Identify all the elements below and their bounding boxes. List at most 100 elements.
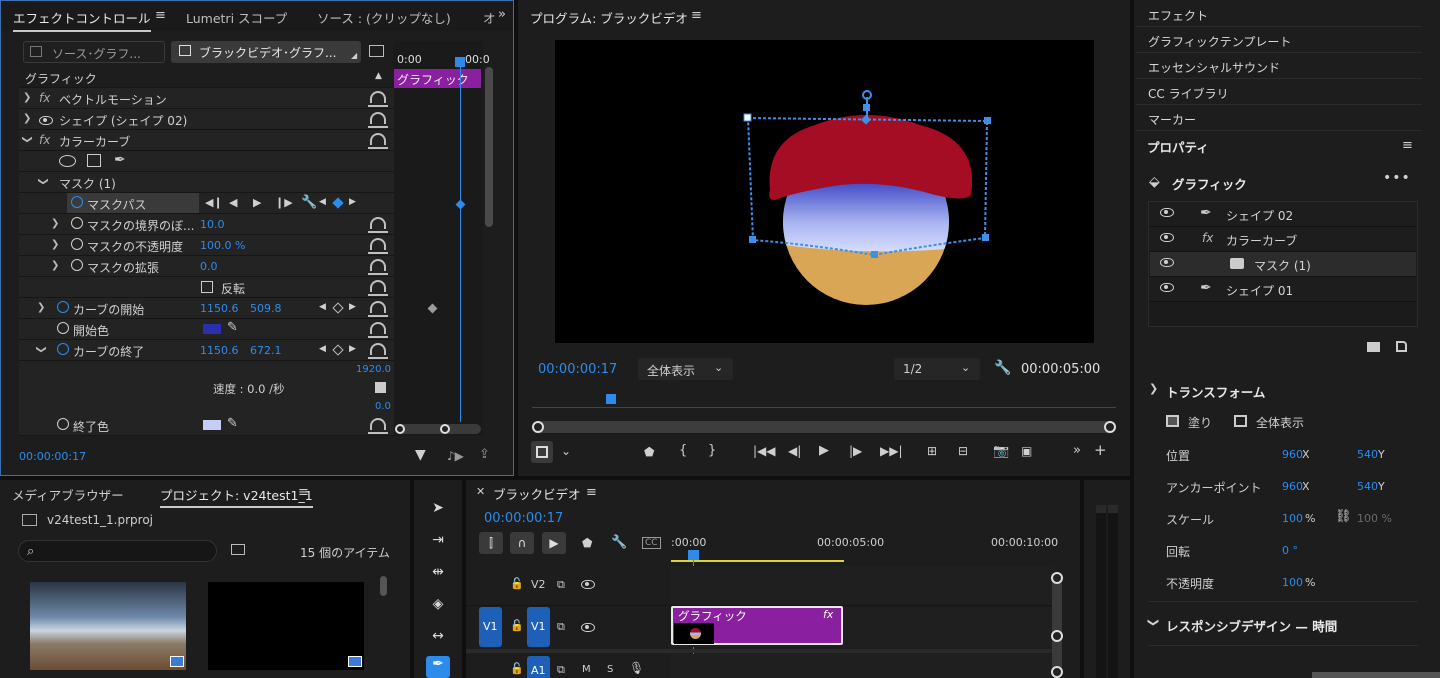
search-input[interactable]: ⌕ [18, 540, 217, 562]
track-divider[interactable] [466, 649, 1056, 653]
track-label[interactable]: V2 [531, 578, 546, 591]
panel-menu-icon[interactable]: ≡ [298, 485, 309, 500]
clip-fx-badge[interactable]: fx [823, 608, 833, 621]
multicam-icon[interactable]: ▣ [1021, 444, 1032, 458]
effect-row-mask-expansion[interactable]: ❯ マスクの拡張 0.0 [19, 256, 394, 277]
eye-icon[interactable] [1160, 283, 1174, 292]
ec-timecode[interactable]: 00:00:00:17 [19, 450, 86, 463]
microphone-icon[interactable]: 🎙 [629, 661, 644, 675]
lock-icon[interactable]: 🔓 [510, 577, 524, 590]
add-keyframe-icon[interactable] [332, 302, 344, 314]
graphic-clip[interactable]: グラフィック fx [671, 606, 843, 645]
responsive-chevron-icon[interactable]: ❯ [1147, 618, 1160, 627]
graphic-preview[interactable] [555, 40, 1094, 343]
sidebar-item-essential-sound[interactable]: エッセンシャルサウンド [1136, 54, 1422, 79]
velocity-graph[interactable]: 1920.0 速度 : 0.0 /秒 0.0 [19, 361, 394, 415]
prev-keyframe-icon[interactable]: ◀ [319, 197, 326, 207]
eye-icon[interactable] [581, 623, 595, 632]
curve-start-y[interactable]: 509.8 [250, 302, 282, 315]
position-x-value[interactable]: 960 [1282, 448, 1303, 461]
fx-icon[interactable]: fx [39, 133, 50, 147]
reset-icon[interactable] [368, 280, 388, 296]
sync-lock-icon[interactable]: ⧉ [557, 620, 565, 634]
effect-row-color-curve[interactable]: ❯ fx カラーカーブ [19, 130, 394, 151]
ellipse-mask-icon[interactable] [59, 155, 76, 167]
tab-media-browser[interactable]: メディアブラウザー [12, 485, 124, 504]
media-thumbnail[interactable] [30, 582, 186, 670]
source-master-selector[interactable]: ソース･グラフ... [23, 41, 165, 63]
curve-start-x[interactable]: 1150.6 [200, 302, 239, 315]
play-icon[interactable]: ▶ [819, 443, 829, 458]
add-marker-button[interactable]: ▶ [542, 532, 566, 554]
start-color-swatch[interactable] [203, 324, 221, 334]
stopwatch-icon[interactable] [71, 196, 83, 208]
stopwatch-icon[interactable] [57, 343, 69, 355]
layer-shape-02[interactable]: ✒ シェイプ 02 [1150, 202, 1416, 227]
step-forward-icon[interactable]: |▶ [849, 444, 862, 458]
snap-button[interactable]: ⫿ [479, 532, 503, 554]
lock-icon[interactable]: 🔓 [510, 662, 524, 675]
sidebar-item-cc-libraries[interactable]: CC ライブラリ [1136, 80, 1422, 105]
next-keyframe-icon[interactable]: ▶ [349, 197, 356, 207]
export-icon[interactable]: ⇪ [479, 447, 490, 462]
rotation-value[interactable]: 0 ° [1282, 544, 1298, 557]
clip-selector[interactable]: ブラックビデオ･グラフ... ◢ [171, 41, 361, 63]
keyframe[interactable] [427, 303, 438, 314]
effect-row-mask[interactable]: ❯ マスク (1) [19, 172, 394, 193]
link-icon[interactable]: ⛓ [1335, 509, 1352, 524]
next-keyframe-icon[interactable]: ▶ [349, 344, 356, 354]
section-graphic[interactable]: グラフィック ▲ [19, 67, 394, 88]
eyedropper-icon[interactable]: ✎ [227, 416, 238, 431]
tab-lumetri-scopes[interactable]: Lumetri スコープ [186, 8, 287, 27]
chevron-down-icon[interactable]: ⌄ [561, 444, 571, 458]
track-select-tool-icon[interactable]: ⇥ [428, 532, 448, 548]
extract-icon[interactable]: ⊟ [958, 444, 968, 458]
stopwatch-icon[interactable] [57, 322, 69, 334]
stopwatch-icon[interactable] [57, 418, 69, 430]
more-tabs-icon[interactable]: » [498, 7, 506, 22]
ec-zoom-scrollbar[interactable] [395, 424, 481, 434]
stopwatch-icon[interactable] [71, 238, 83, 250]
work-area-bar[interactable] [671, 560, 844, 562]
sidebar-item-effects[interactable]: エフェクト [1136, 2, 1422, 27]
resolution-dropdown[interactable]: 1/2 ⌄ [894, 358, 980, 380]
track-back-frame-icon[interactable]: ◀ [229, 196, 237, 209]
end-color-swatch[interactable] [203, 420, 221, 430]
captions-icon[interactable]: CC [642, 537, 661, 549]
anchor-x-value[interactable]: 960 [1282, 480, 1303, 493]
more-controls-icon[interactable]: » [1073, 443, 1081, 458]
layer-mask-1[interactable]: マスク (1) [1150, 252, 1416, 277]
linked-selection-button[interactable]: ∩ [510, 532, 534, 554]
eye-icon[interactable] [581, 580, 595, 589]
expand-arrow-icon[interactable]: ❯ [51, 218, 59, 229]
add-keyframe-icon[interactable] [332, 197, 344, 209]
reset-icon[interactable] [368, 322, 388, 338]
expand-arrow-icon[interactable]: ❯ [37, 302, 45, 313]
reset-icon[interactable] [368, 343, 388, 359]
effect-row-mask-path[interactable]: マスクパス ◀❙ ◀ ▶ ❙▶ 🔧 ◀ ▶ [19, 193, 394, 214]
slip-tool-icon[interactable]: ↔ [428, 628, 448, 644]
collapse-icon[interactable]: ▲ [375, 71, 382, 81]
stopwatch-icon[interactable] [71, 259, 83, 271]
expand-arrow-icon[interactable]: ❯ [51, 260, 59, 271]
stopwatch-icon[interactable] [57, 301, 69, 313]
scroll-handle[interactable] [1051, 630, 1063, 642]
reset-icon[interactable] [368, 91, 388, 107]
ec-timeline[interactable]: 0:00 00:0 グラフィック [393, 41, 490, 436]
collapse-arrow-icon[interactable]: ❯ [36, 345, 47, 353]
program-timecode[interactable]: 00:00:00:17 [538, 362, 617, 377]
zoom-dropdown[interactable]: 全体表示 ⌄ [638, 358, 733, 380]
properties-title[interactable]: プロパティ [1147, 137, 1209, 156]
eyedropper-icon[interactable]: ✎ [227, 320, 238, 335]
new-folder-icon[interactable] [1367, 342, 1380, 352]
selection-tool-icon[interactable]: ➤ [428, 500, 448, 516]
scale-value[interactable]: 100 [1282, 512, 1303, 525]
mask-opacity-value[interactable]: 100.0 % [200, 239, 245, 252]
pen-tool-button[interactable]: ✒ [426, 656, 450, 678]
mark-out-icon[interactable]: } [708, 443, 716, 458]
toggle-timeline-icon[interactable] [369, 45, 384, 57]
effect-row-start-color[interactable]: 開始色 ✎ [19, 319, 394, 340]
step-back-icon[interactable]: ◀| [788, 444, 801, 458]
source-patch-v1[interactable]: V1 [479, 607, 502, 647]
scroll-handle-left[interactable] [532, 421, 544, 433]
